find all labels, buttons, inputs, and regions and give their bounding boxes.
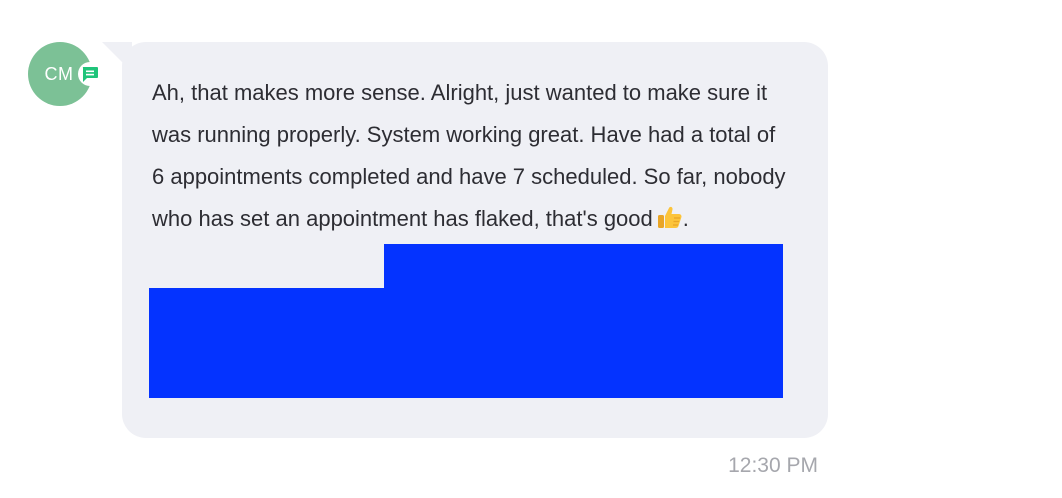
avatar-initials: CM bbox=[44, 63, 74, 84]
message-timestamp: 12:30 PM bbox=[728, 454, 818, 477]
message-body: Ah, that makes more sense. Alright, just… bbox=[152, 80, 786, 231]
message-text: Ah, that makes more sense. Alright, just… bbox=[152, 72, 792, 243]
thumbs-up-icon bbox=[657, 201, 683, 243]
redaction-block bbox=[149, 288, 783, 398]
message-trailing-text: . bbox=[682, 206, 689, 231]
message-bubble[interactable]: Ah, that makes more sense. Alright, just… bbox=[122, 42, 828, 438]
chat-bubble-icon bbox=[82, 66, 98, 82]
message-channel-badge bbox=[78, 62, 102, 86]
redaction-block bbox=[384, 244, 783, 290]
conversation-view: CM Ah, that makes more sense. Alright, j… bbox=[0, 0, 1062, 498]
